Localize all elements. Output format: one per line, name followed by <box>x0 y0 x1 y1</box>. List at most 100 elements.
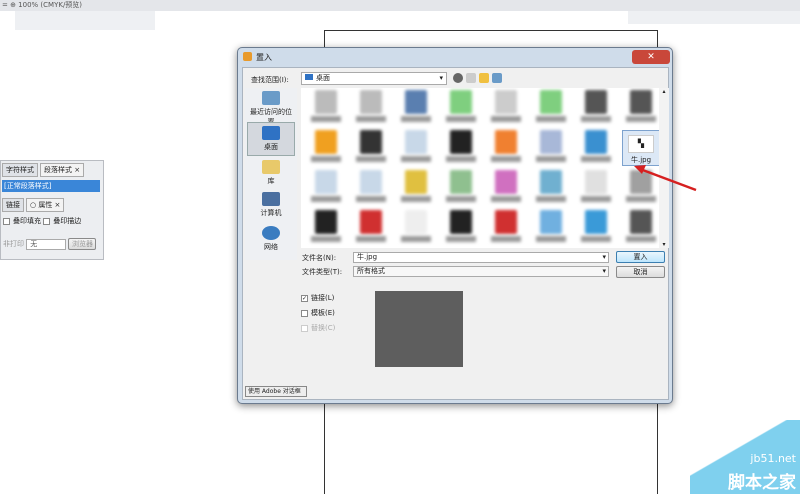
place-label: 库 <box>267 177 275 185</box>
file-item[interactable] <box>352 130 390 166</box>
file-item[interactable] <box>352 90 390 126</box>
chevron-down-icon: ▾ <box>602 267 606 275</box>
network-icon <box>262 226 280 240</box>
template-checkbox[interactable]: 模板(E) <box>301 308 335 318</box>
file-name-blurred <box>491 156 521 162</box>
tab-character-styles[interactable]: 字符样式 <box>2 163 38 177</box>
file-item[interactable] <box>532 210 570 246</box>
file-item[interactable] <box>442 90 480 126</box>
file-icon <box>630 210 652 234</box>
file-icon <box>450 90 472 114</box>
file-item[interactable] <box>532 170 570 206</box>
file-name-blurred <box>356 116 386 122</box>
file-icon <box>585 130 607 154</box>
app-icon <box>243 52 252 61</box>
file-name-blurred <box>446 236 476 242</box>
link-checkbox[interactable]: ✓ 链接(L) <box>301 293 334 303</box>
place-network[interactable]: 网络 <box>247 226 295 252</box>
file-item[interactable] <box>397 210 435 246</box>
file-item[interactable] <box>622 210 660 246</box>
use-adobe-dialog-button[interactable]: 使用 Adobe 对话框 <box>245 386 307 397</box>
checkbox-box <box>301 309 308 317</box>
cancel-button[interactable]: 取消 <box>616 266 665 278</box>
toolbar-strip <box>628 11 800 24</box>
tab-paragraph-styles[interactable]: 段落样式 × <box>40 163 85 177</box>
tab-attributes[interactable]: ○ 属性 × <box>26 198 65 212</box>
place-libraries[interactable]: 库 <box>247 160 295 186</box>
file-item[interactable] <box>622 90 660 126</box>
back-icon[interactable] <box>453 73 463 83</box>
style-item-selected[interactable]: [正常段落样式] <box>2 180 100 192</box>
file-icon <box>585 170 607 194</box>
file-item[interactable] <box>532 130 570 166</box>
file-item[interactable] <box>397 170 435 206</box>
computer-icon <box>262 192 280 206</box>
file-name-blurred <box>446 196 476 202</box>
file-item[interactable] <box>397 130 435 166</box>
file-item[interactable] <box>487 130 525 166</box>
overprint-stroke-checkbox[interactable] <box>43 217 51 225</box>
file-icon <box>585 210 607 234</box>
nonprint-select[interactable]: 无 <box>26 239 67 250</box>
file-name-blurred <box>401 196 431 202</box>
file-item[interactable] <box>487 210 525 246</box>
file-name-blurred <box>401 236 431 242</box>
file-name-blurred <box>401 156 431 162</box>
file-icon <box>495 170 517 194</box>
file-icon <box>360 90 382 114</box>
checkbox-label: 替换(C) <box>311 324 336 332</box>
file-item[interactable] <box>307 90 345 126</box>
file-name-blurred <box>581 236 611 242</box>
file-name-blurred <box>311 236 341 242</box>
file-item[interactable] <box>442 130 480 166</box>
place-computer[interactable]: 计算机 <box>247 192 295 218</box>
watermark-name: 脚本之家 <box>728 473 796 493</box>
filetype-value: 所有格式 <box>357 267 385 275</box>
file-item[interactable] <box>577 210 615 246</box>
place-label: 计算机 <box>260 209 282 217</box>
file-item[interactable] <box>532 90 570 126</box>
file-name-blurred <box>311 116 341 122</box>
close-button[interactable]: ✕ <box>632 50 670 64</box>
file-item[interactable] <box>307 210 345 246</box>
file-item[interactable] <box>352 210 390 246</box>
new-folder-icon[interactable] <box>479 73 489 83</box>
file-item[interactable] <box>307 130 345 166</box>
look-in-select[interactable]: 桌面 ▾ <box>301 72 447 85</box>
file-item[interactable] <box>487 90 525 126</box>
up-folder-icon[interactable] <box>466 73 476 83</box>
styles-panel: 字符样式 段落样式 × [正常段落样式] 链接 ○ 属性 × 叠印填充 叠印描边 非… <box>0 160 104 260</box>
file-item[interactable] <box>577 170 615 206</box>
file-item[interactable] <box>307 170 345 206</box>
file-name-blurred <box>536 116 566 122</box>
file-item[interactable] <box>577 90 615 126</box>
file-icon <box>540 170 562 194</box>
place-desktop[interactable]: 桌面 <box>247 122 295 156</box>
view-menu-icon[interactable] <box>492 73 502 83</box>
file-item[interactable] <box>442 170 480 206</box>
file-name-blurred <box>401 116 431 122</box>
overprint-fill-checkbox[interactable] <box>3 217 10 225</box>
file-name-blurred <box>626 196 656 202</box>
file-icon <box>405 210 427 234</box>
place-label: 桌面 <box>264 143 278 151</box>
chevron-down-icon: ▾ <box>439 74 443 82</box>
tab-links[interactable]: 链接 <box>2 198 24 212</box>
dialog-title: 置入 <box>256 53 272 62</box>
file-icon <box>405 170 427 194</box>
filetype-select[interactable]: 所有格式 ▾ <box>353 266 609 277</box>
filename-input[interactable]: 牛.jpg ▾ <box>353 252 609 263</box>
image-preview <box>375 291 463 367</box>
file-item[interactable] <box>442 210 480 246</box>
look-in-label: 查找范围(I): <box>251 76 289 84</box>
toolbar-strip <box>15 11 155 30</box>
file-item[interactable] <box>487 170 525 206</box>
file-item[interactable] <box>577 130 615 166</box>
browse-button[interactable]: 浏览器 <box>68 238 97 250</box>
file-item[interactable] <box>352 170 390 206</box>
place-button[interactable]: 置入 <box>616 251 665 263</box>
look-in-value: 桌面 <box>316 74 330 82</box>
place-label: 网络 <box>264 243 278 251</box>
file-item[interactable] <box>397 90 435 126</box>
page-border <box>324 30 658 31</box>
